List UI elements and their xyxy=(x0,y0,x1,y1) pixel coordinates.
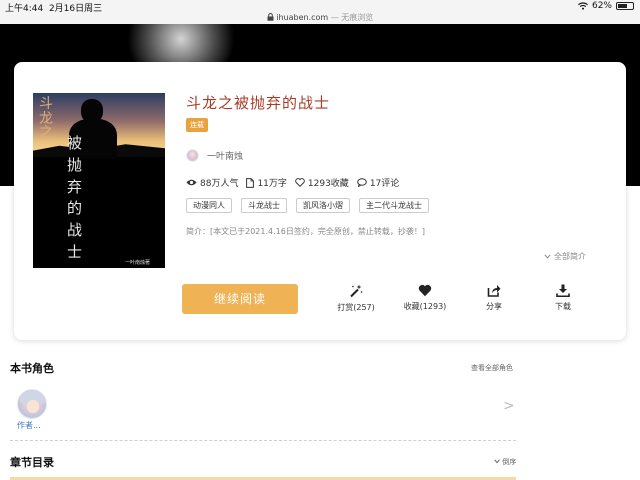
status-indicators: 62% xyxy=(578,1,634,11)
sort-toggle[interactable]: 倒序 xyxy=(494,457,516,467)
status-badge: 连载 xyxy=(186,118,208,132)
book-title: 斗龙之被抛弃的战士 xyxy=(186,94,331,112)
author-avatar[interactable] xyxy=(186,148,199,162)
expand-summary-label: 全部简介 xyxy=(554,252,586,261)
download-icon xyxy=(556,284,570,297)
tag-item[interactable]: 凯风洛小熠 xyxy=(296,198,350,213)
stat-popularity-text: 88万人气 xyxy=(200,179,239,189)
favorite-button[interactable]: 收藏(1293) xyxy=(395,284,455,312)
share-icon xyxy=(487,285,501,297)
toc-section-title: 章节目录 xyxy=(10,456,54,469)
battery-icon xyxy=(616,2,634,10)
download-button[interactable]: 下载 xyxy=(533,284,593,312)
tag-item[interactable]: 主二代斗龙战士 xyxy=(359,198,429,213)
role-avatar[interactable] xyxy=(17,389,47,419)
address-bar[interactable]: ihuaben.com — 无痕浏览 xyxy=(0,12,640,23)
cover-title-right: 被抛弃的战士 xyxy=(67,134,83,261)
stat-popularity: 88万人气 xyxy=(186,176,238,189)
share-label: 分享 xyxy=(486,302,502,311)
cover-title-left: 斗龙之 xyxy=(39,96,53,142)
tip-button[interactable]: 打赏(257) xyxy=(326,284,386,313)
url-text: ihuaben.com xyxy=(276,13,329,22)
share-button[interactable]: 分享 xyxy=(464,284,524,312)
tip-label: 打赏(257) xyxy=(337,303,375,312)
book-cover[interactable]: 斗龙之 被抛弃的战士 一叶南烛著 xyxy=(33,93,165,268)
status-bar: 上午4:44 2月16日周三 ihuaben.com — 无痕浏览 62% xyxy=(0,0,640,24)
private-browsing-label: — 无痕浏览 xyxy=(330,13,374,22)
wifi-icon xyxy=(578,2,588,10)
section-divider xyxy=(10,440,516,441)
heart-outline-icon xyxy=(295,178,305,187)
author-name[interactable]: 一叶南烛 xyxy=(207,149,243,162)
avatar-face xyxy=(27,400,39,413)
comment-icon xyxy=(357,178,367,187)
document-icon xyxy=(246,177,255,188)
stat-comments: 17评论 xyxy=(357,176,399,189)
chevron-right-icon[interactable]: > xyxy=(503,398,515,414)
chevron-down-icon xyxy=(494,459,500,464)
book-info-card: 斗龙之 被抛弃的战士 一叶南烛著 斗龙之被抛弃的战士 连载 一叶南烛 88万人气… xyxy=(14,62,626,340)
roles-section-title: 本书角色 xyxy=(10,362,54,375)
magic-wand-icon xyxy=(350,284,363,298)
stat-words-text: 11万字 xyxy=(257,179,287,189)
stat-words: 11万字 xyxy=(246,176,287,189)
download-label: 下载 xyxy=(555,302,571,311)
tag-item[interactable]: 斗龙战士 xyxy=(241,198,287,213)
eye-icon xyxy=(186,179,197,186)
favorite-label: 收藏(1293) xyxy=(403,302,447,311)
cover-author: 一叶南烛著 xyxy=(125,260,151,266)
sort-label: 倒序 xyxy=(502,458,517,466)
battery-percent: 62% xyxy=(591,1,612,11)
expand-summary-link[interactable]: 全部简介 xyxy=(544,251,586,262)
chevron-down-icon xyxy=(544,254,552,259)
continue-reading-button[interactable]: 继续阅读 xyxy=(182,284,298,314)
stat-favorites: 1293收藏 xyxy=(295,176,349,189)
book-stats: 88万人气 11万字 1293收藏 17评论 xyxy=(186,176,399,189)
stat-favorites-text: 1293收藏 xyxy=(307,179,349,189)
battery-fill xyxy=(618,4,627,8)
author-row[interactable]: 一叶南烛 xyxy=(186,148,243,162)
tag-item[interactable]: 动漫同人 xyxy=(186,198,232,213)
view-all-roles-link[interactable]: 查看全部角色 xyxy=(471,363,513,373)
role-name[interactable]: 作者... xyxy=(17,420,41,431)
cover-silhouette-head xyxy=(81,99,103,123)
book-summary: 简介：[本文已于2021.4.16日签约，完全原创，禁止转载，抄袭！] xyxy=(186,227,425,236)
lock-icon xyxy=(267,13,274,21)
tag-list: 动漫同人 斗龙战士 凯风洛小熠 主二代斗龙战士 xyxy=(186,198,429,213)
heart-icon xyxy=(418,284,432,297)
stat-comments-text: 17评论 xyxy=(369,179,400,189)
